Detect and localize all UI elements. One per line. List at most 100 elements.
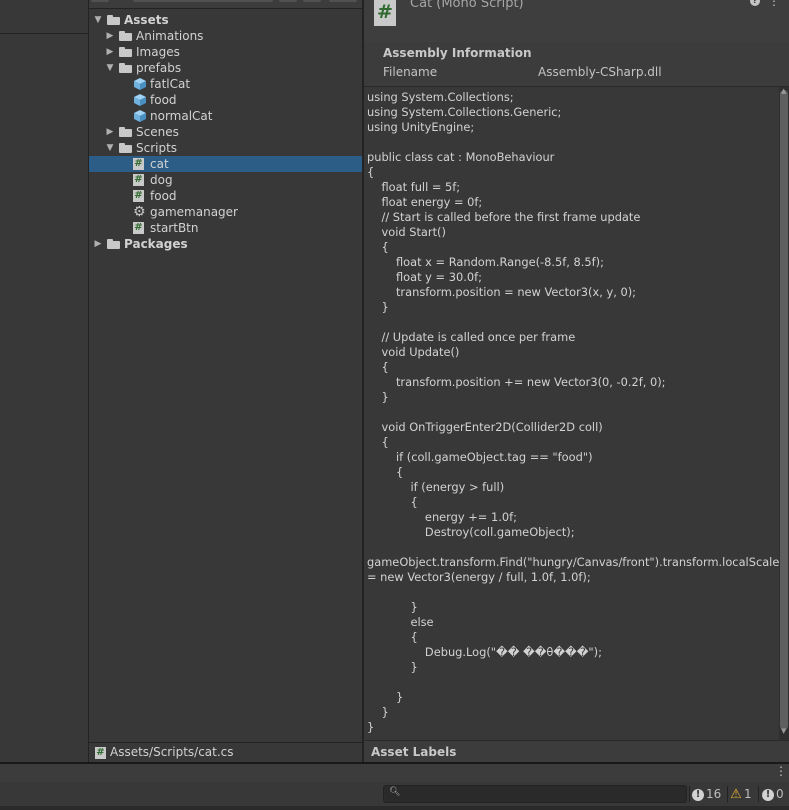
tree-item-dog[interactable]: # dog [89, 172, 362, 188]
tree-item-animations[interactable]: ▶ Animations [89, 28, 362, 44]
assembly-information-section: Assembly Information Filename Assembly-C… [364, 42, 789, 87]
warning-count: 1 [744, 787, 752, 801]
prefab-cube-icon [134, 94, 146, 106]
tree-item-label: food [150, 93, 177, 107]
tree-item-cat[interactable]: # cat [89, 156, 362, 172]
tree-item-label: prefabs [136, 61, 182, 75]
tree-item-label: dog [150, 173, 173, 187]
asset-labels-title: Asset Labels [371, 745, 457, 759]
warning-icon: ⚠ [730, 786, 742, 802]
csharp-script-icon: # [374, 0, 396, 26]
csharp-script-icon: # [133, 222, 144, 234]
filter-label-button[interactable] [303, 0, 321, 2]
tree-item-label: Scripts [136, 141, 178, 155]
more-options-icon[interactable]: ⋮ [775, 764, 787, 778]
folder-icon [119, 47, 132, 57]
error-icon: ! [762, 788, 774, 801]
code-scrollbar[interactable] [779, 87, 789, 740]
tree-item-label: food [150, 189, 177, 203]
search-icon: 🔍︎ [389, 787, 401, 797]
prefab-cube-icon [134, 78, 146, 90]
tree-item-images[interactable]: ▶ Images [89, 44, 362, 60]
tree-item-packages[interactable]: ▶ Packages [89, 236, 362, 252]
project-search-input[interactable] [133, 0, 273, 2]
tree-item-label: cat [150, 157, 169, 171]
tree-item-normalcat[interactable]: normalCat [89, 108, 362, 124]
expanded-arrow-icon[interactable]: ▼ [105, 60, 115, 76]
divider [758, 786, 759, 802]
assembly-information-title: Assembly Information [383, 46, 532, 60]
tree-item-label: Assets [124, 13, 169, 27]
tree-item-prefabs[interactable]: ▼ prefabs [89, 60, 362, 76]
tree-item-food[interactable]: food [89, 92, 362, 108]
tree-item-label: gamemanager [150, 205, 238, 219]
csharp-script-icon: # [133, 174, 144, 186]
project-tree-panel: ▼ Assets ▶ Animations ▶ Images ▼ prefabs fatlCat… [89, 0, 362, 742]
tree-item-scripts[interactable]: ▼ Scripts [89, 140, 362, 156]
csharp-script-icon: # [133, 190, 144, 202]
inspector-panel: # Cat (Mono Script) ? ⋮ Assembly Informa… [364, 0, 789, 763]
expanded-arrow-icon[interactable]: ▼ [93, 12, 103, 28]
console-toolbar: 🔍︎ ! 16 ⚠ 1 ! 0 [0, 782, 789, 806]
collapsed-arrow-icon[interactable]: ▶ [105, 124, 115, 140]
tree-item-label: Packages [124, 237, 188, 251]
divider [689, 786, 690, 802]
tree-item-gamemanager[interactable]: ⚙ gamemanager [89, 204, 362, 220]
script-source-view[interactable]: using System.Collections; using System.C… [364, 87, 779, 740]
expanded-arrow-icon[interactable]: ▼ [105, 140, 115, 156]
project-toolbar [89, 0, 362, 9]
console-info-toggle[interactable]: ! 16 [692, 785, 721, 803]
code-scrollbar-thumb[interactable] [780, 90, 788, 730]
filename-label: Filename [383, 65, 438, 79]
hidden-packages-button[interactable] [329, 0, 357, 2]
tree-item-fatlcat[interactable]: fatlCat [89, 76, 362, 92]
tree-item-assets[interactable]: ▼ Assets [89, 12, 362, 28]
divider [727, 786, 728, 802]
folder-icon [119, 63, 132, 73]
folder-icon [107, 239, 120, 249]
console-search-input[interactable]: 🔍︎ [383, 785, 687, 803]
folder-icon [119, 143, 132, 153]
selected-asset-path-bar: # Assets/Scripts/cat.cs [89, 742, 362, 763]
tree-item-startbtn[interactable]: # startBtn [89, 220, 362, 236]
inspector-header: # Cat (Mono Script) ? ⋮ [364, 0, 789, 43]
inspector-title: Cat (Mono Script) [410, 0, 524, 11]
console-tab-bar: ⋮ [0, 764, 789, 783]
gear-icon: ⚙ [133, 204, 146, 220]
prefab-cube-icon [134, 110, 146, 122]
scroll-up-arrow-icon[interactable]: ▲ [781, 87, 786, 95]
folder-icon [119, 31, 132, 41]
status-bar [0, 806, 789, 810]
filter-type-button[interactable] [279, 0, 297, 2]
console-error-toggle[interactable]: ! 0 [762, 785, 784, 803]
collapsed-arrow-icon[interactable]: ▶ [93, 236, 103, 252]
scroll-down-arrow-icon[interactable]: ▼ [781, 727, 786, 735]
script-source-text: using System.Collections; using System.C… [367, 90, 779, 734]
folder-icon [119, 127, 132, 137]
tree-item-food[interactable]: # food [89, 188, 362, 204]
tree-item-label: normalCat [150, 109, 213, 123]
tree-item-label: startBtn [150, 221, 199, 235]
tree-item-label: fatlCat [150, 77, 191, 91]
info-count: 16 [706, 787, 722, 801]
info-icon: ! [692, 788, 704, 801]
asset-labels-bar[interactable]: Asset Labels [364, 740, 789, 763]
tree-item-label: Images [136, 45, 180, 59]
collapsed-arrow-icon[interactable]: ▶ [105, 44, 115, 60]
left-panel-toolbar [0, 0, 88, 34]
filename-value: Assembly-CSharp.dll [538, 65, 662, 79]
more-options-icon[interactable]: ⋮ [768, 0, 780, 8]
collapsed-arrow-icon[interactable]: ▶ [105, 28, 115, 44]
help-icon[interactable]: ? [750, 0, 760, 6]
csharp-script-icon: # [95, 747, 106, 759]
left-panel [0, 0, 88, 760]
tree-item-label: Animations [136, 29, 204, 43]
error-count: 0 [776, 787, 784, 801]
create-button[interactable] [91, 0, 109, 2]
asset-path: Assets/Scripts/cat.cs [110, 745, 234, 759]
csharp-script-icon: # [133, 158, 144, 170]
console-warning-toggle[interactable]: ⚠ 1 [730, 785, 752, 803]
tree-item-label: Scenes [136, 125, 179, 139]
folder-icon [107, 15, 120, 25]
tree-item-scenes[interactable]: ▶ Scenes [89, 124, 362, 140]
